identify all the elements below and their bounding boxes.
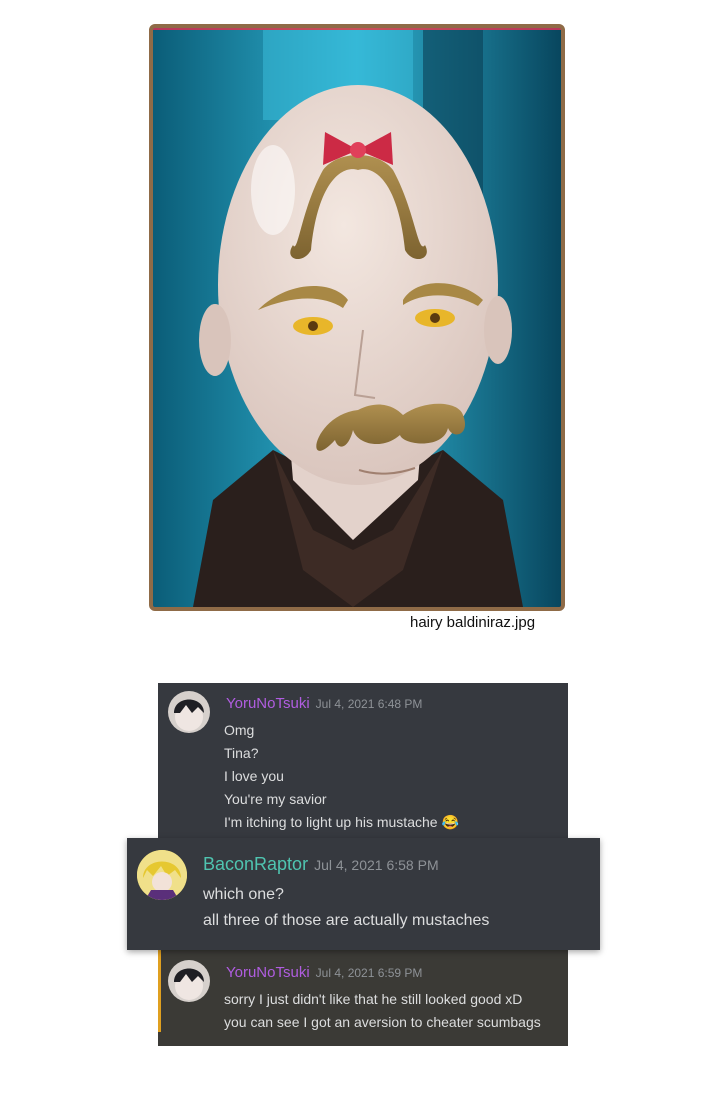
avatar[interactable] [137,850,187,900]
mention-highlight-bar [158,950,161,1032]
timestamp: Jul 4, 2021 6:48 PM [315,697,423,711]
artwork-frame [149,24,565,611]
message-line: Omg [224,722,255,738]
avatar[interactable] [168,960,210,1002]
message-line: you can see I got an aversion to cheater… [224,1014,541,1030]
message-line: You're my savior [224,791,327,807]
message-line: all three of those are actually mustache… [203,912,490,929]
timestamp: Jul 4, 2021 6:58 PM [314,857,439,873]
bald-mustache-portrait-image [153,30,561,607]
message-line: I'm itching to light up his mustache 😂 [224,811,459,834]
username[interactable]: BaconRaptor [203,854,308,874]
message-line: Tina? [224,745,259,761]
chat-screenshot: BaconRaptor Jul 4, 2021 6:58 PM which one… [127,838,600,950]
avatar-dark-hair-icon [174,699,204,731]
avatar-blonde-hair-icon [137,850,187,900]
chat-screenshot: YoruNoTsuki Jul 4, 2021 6:59 PM sorry I j… [158,936,568,1046]
timestamp: Jul 4, 2021 6:59 PM [315,966,423,980]
username[interactable]: YoruNoTsuki [226,695,310,712]
chat-screenshot: YoruNoTsuki Jul 4, 2021 6:48 PM Omg Tina?… [158,683,568,848]
message-line: sorry I just didn't like that he still l… [224,991,523,1007]
avatar[interactable] [168,691,210,733]
message-line: I love you [224,768,284,784]
avatar-dark-hair-icon [174,968,204,1000]
image-caption: hairy baldiniraz.jpg [410,614,536,631]
username[interactable]: YoruNoTsuki [226,964,310,981]
message-text: I'm itching to light up his mustache [224,814,438,830]
message-line: which one? [203,886,284,903]
laughing-tears-emoji-icon: 😂 [441,814,459,830]
